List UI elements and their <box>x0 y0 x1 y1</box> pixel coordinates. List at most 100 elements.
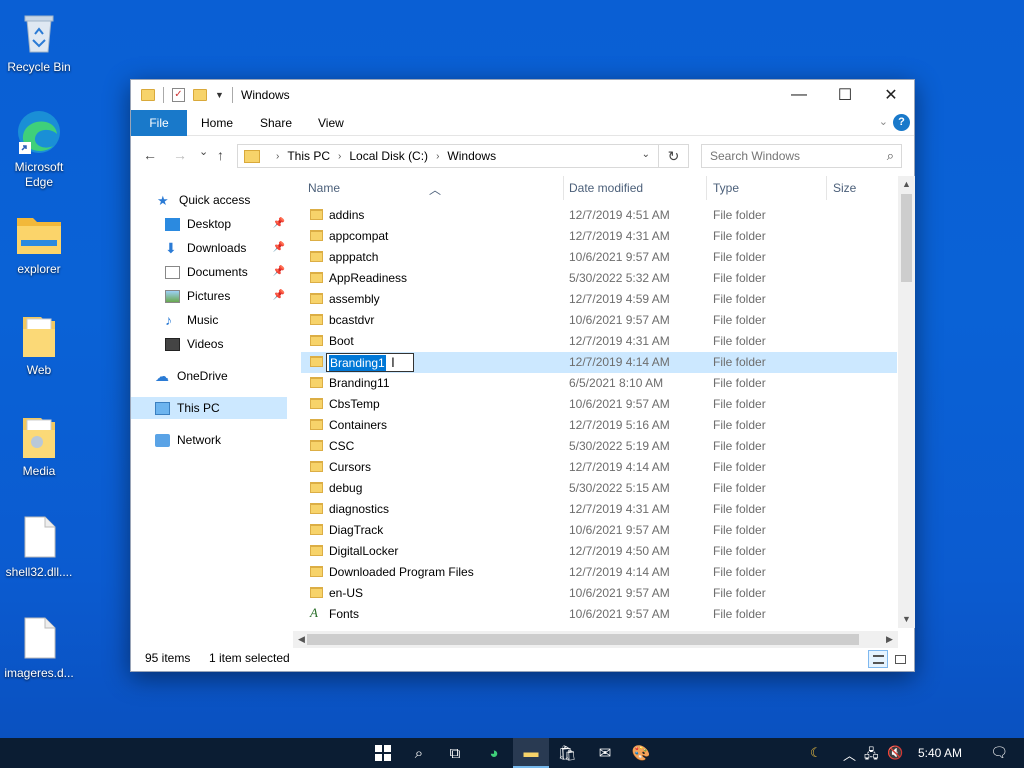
scroll-thumb[interactable] <box>307 634 859 645</box>
taskbar-paint[interactable]: 🎨 <box>623 738 659 768</box>
table-row[interactable]: debug 5/30/2022 5:15 AM File folder <box>301 478 897 499</box>
night-light-icon[interactable]: ☾ <box>810 745 822 761</box>
desktop-icon-edge[interactable]: Microsoft Edge <box>1 108 77 190</box>
table-row[interactable]: Boot 12/7/2019 4:31 AM File folder <box>301 331 897 352</box>
taskbar-mail[interactable]: ✉ <box>587 738 623 768</box>
column-type[interactable]: Type <box>713 181 739 195</box>
address-bar[interactable]: › This PC › Local Disk (C:) › Windows ⌄ <box>237 144 659 168</box>
column-size[interactable]: Size <box>833 181 856 195</box>
table-row[interactable]: en-US 10/6/2021 9:57 AM File folder <box>301 583 897 604</box>
taskbar-file-explorer[interactable]: ▬ <box>513 738 549 768</box>
title-bar[interactable]: ✓ ▼ Windows — ☐ ✕ <box>131 80 914 110</box>
table-row[interactable]: addins 12/7/2019 4:51 AM File folder <box>301 205 897 226</box>
column-name[interactable]: Name <box>308 181 340 195</box>
vertical-scrollbar[interactable]: ▲ ▼ <box>898 176 915 628</box>
horizontal-scrollbar[interactable]: ◀ ▶ <box>293 631 898 648</box>
clock[interactable]: 5:40 AM <box>918 746 962 760</box>
table-row[interactable]: appcompat 12/7/2019 4:31 AM File folder <box>301 226 897 247</box>
table-row[interactable]: diagnostics 12/7/2019 4:31 AM File folder <box>301 499 897 520</box>
nav-this-pc[interactable]: This PC <box>131 397 287 419</box>
nav-desktop[interactable]: Desktop 📌 <box>165 213 285 235</box>
chevron-down-icon[interactable]: ⌄ <box>642 149 650 160</box>
volume-muted-icon[interactable]: 🔇 <box>887 745 903 761</box>
table-row[interactable]: DigitalLocker 12/7/2019 4:50 AM File folde… <box>301 541 897 562</box>
nav-quick-access[interactable]: ★ Quick access <box>157 189 287 211</box>
up-button[interactable]: ↑ <box>217 147 224 163</box>
forward-button[interactable]: → <box>173 147 187 163</box>
column-divider[interactable] <box>706 176 707 200</box>
breadcrumb-windows[interactable]: Windows <box>447 149 496 163</box>
tab-home[interactable]: Home <box>187 110 247 136</box>
desktop-icon-media[interactable]: Media <box>1 412 77 479</box>
notifications-icon[interactable]: 🗨 <box>990 744 1008 761</box>
taskbar-store[interactable]: 🛍 <box>549 738 585 768</box>
table-row[interactable]: CSC 5/30/2022 5:19 AM File folder <box>301 436 897 457</box>
back-button[interactable]: ← <box>143 147 157 163</box>
table-row[interactable]: Downloaded Program Files 12/7/2019 4:14 A… <box>301 562 897 583</box>
nav-music[interactable]: ♪ Music <box>165 309 285 331</box>
table-row[interactable]: Branding1 I 12/7/2019 4:14 AM File folder <box>301 352 897 373</box>
table-row[interactable]: CbsTemp 10/6/2021 9:57 AM File folder <box>301 394 897 415</box>
desktop-icon-web[interactable]: Web <box>1 311 77 378</box>
column-date-modified[interactable]: Date modified <box>569 181 643 195</box>
table-row[interactable]: DiagTrack 10/6/2021 9:57 AM File folder <box>301 520 897 541</box>
table-row[interactable]: Cursors 12/7/2019 4:14 AM File folder <box>301 457 897 478</box>
nav-documents[interactable]: Documents 📌 <box>165 261 285 283</box>
search-input[interactable] <box>702 145 872 167</box>
recent-locations-button[interactable]: ⌄ <box>199 145 208 158</box>
table-row[interactable]: apppatch 10/6/2021 9:57 AM File folder <box>301 247 897 268</box>
scroll-thumb[interactable] <box>901 194 912 282</box>
column-divider[interactable] <box>563 176 564 200</box>
breadcrumb-local-disk[interactable]: Local Disk (C:) <box>349 149 428 163</box>
table-row[interactable]: assembly 12/7/2019 4:59 AM File folder <box>301 289 897 310</box>
column-divider[interactable] <box>826 176 827 200</box>
expand-ribbon-icon[interactable]: ⌄ <box>879 115 888 128</box>
nav-downloads[interactable]: ⬇ Downloads 📌 <box>165 237 285 259</box>
table-row[interactable]: AppReadiness 5/30/2022 5:32 AM File folder <box>301 268 897 289</box>
customize-toolbar-icon[interactable]: ▼ <box>215 90 224 100</box>
tab-view[interactable]: View <box>304 110 358 136</box>
nav-network[interactable]: Network <box>155 429 285 451</box>
scroll-right-icon[interactable]: ▶ <box>881 631 898 648</box>
rename-input[interactable]: Branding1 I <box>326 353 414 372</box>
tab-file[interactable]: File <box>131 110 187 136</box>
new-folder-icon[interactable] <box>193 89 207 101</box>
task-view-button[interactable]: ⧉ <box>437 738 473 768</box>
pin-icon[interactable]: 📌 <box>273 213 285 235</box>
start-button[interactable] <box>365 738 401 768</box>
maximize-button[interactable]: ☐ <box>822 80 868 110</box>
nav-onedrive[interactable]: ☁ OneDrive <box>155 365 285 387</box>
taskbar-search-button[interactable]: ⌕ <box>401 738 437 768</box>
refresh-button[interactable]: ↻ <box>659 144 689 168</box>
pin-icon[interactable]: 📌 <box>273 261 285 283</box>
properties-icon[interactable]: ✓ <box>172 88 185 102</box>
chevron-right-icon[interactable]: › <box>436 151 439 162</box>
network-status-icon[interactable]: 🖧 <box>864 745 879 767</box>
table-row[interactable]: A Fonts 10/6/2021 9:57 AM File folder <box>301 604 897 625</box>
close-button[interactable]: ✕ <box>868 80 914 110</box>
help-icon[interactable]: ? <box>893 114 910 131</box>
chevron-up-icon[interactable]: ︿ <box>843 745 856 764</box>
desktop-icon-recycle-bin[interactable]: Recycle Bin <box>1 8 77 75</box>
desktop-icon-explorer[interactable]: explorer <box>1 210 77 277</box>
nav-pictures[interactable]: Pictures 📌 <box>165 285 285 307</box>
chevron-right-icon[interactable]: › <box>338 151 341 162</box>
table-row[interactable]: Branding11 6/5/2021 8:10 AM File folder <box>301 373 897 394</box>
pin-icon[interactable]: 📌 <box>273 285 285 307</box>
desktop-icon-imageres[interactable]: imageres.d... <box>1 614 77 681</box>
chevron-right-icon[interactable]: › <box>276 151 279 162</box>
search-box[interactable]: ⌕ <box>701 144 902 168</box>
scroll-down-icon[interactable]: ▼ <box>898 611 915 628</box>
details-view-button[interactable] <box>868 650 888 668</box>
table-row[interactable]: bcastdvr 10/6/2021 9:57 AM File folder <box>301 310 897 331</box>
pin-icon[interactable]: 📌 <box>273 237 285 259</box>
taskbar-edge[interactable]: ◕ <box>476 738 512 768</box>
breadcrumb-this-pc[interactable]: This PC <box>287 149 330 163</box>
nav-videos[interactable]: Videos <box>165 333 285 355</box>
table-row[interactable]: Containers 12/7/2019 5:16 AM File folder <box>301 415 897 436</box>
tab-share[interactable]: Share <box>246 110 306 136</box>
minimize-button[interactable]: — <box>776 80 822 110</box>
scroll-up-icon[interactable]: ▲ <box>898 176 915 193</box>
desktop-icon-shell32[interactable]: shell32.dll.... <box>1 513 77 580</box>
large-icons-view-button[interactable] <box>890 650 910 668</box>
